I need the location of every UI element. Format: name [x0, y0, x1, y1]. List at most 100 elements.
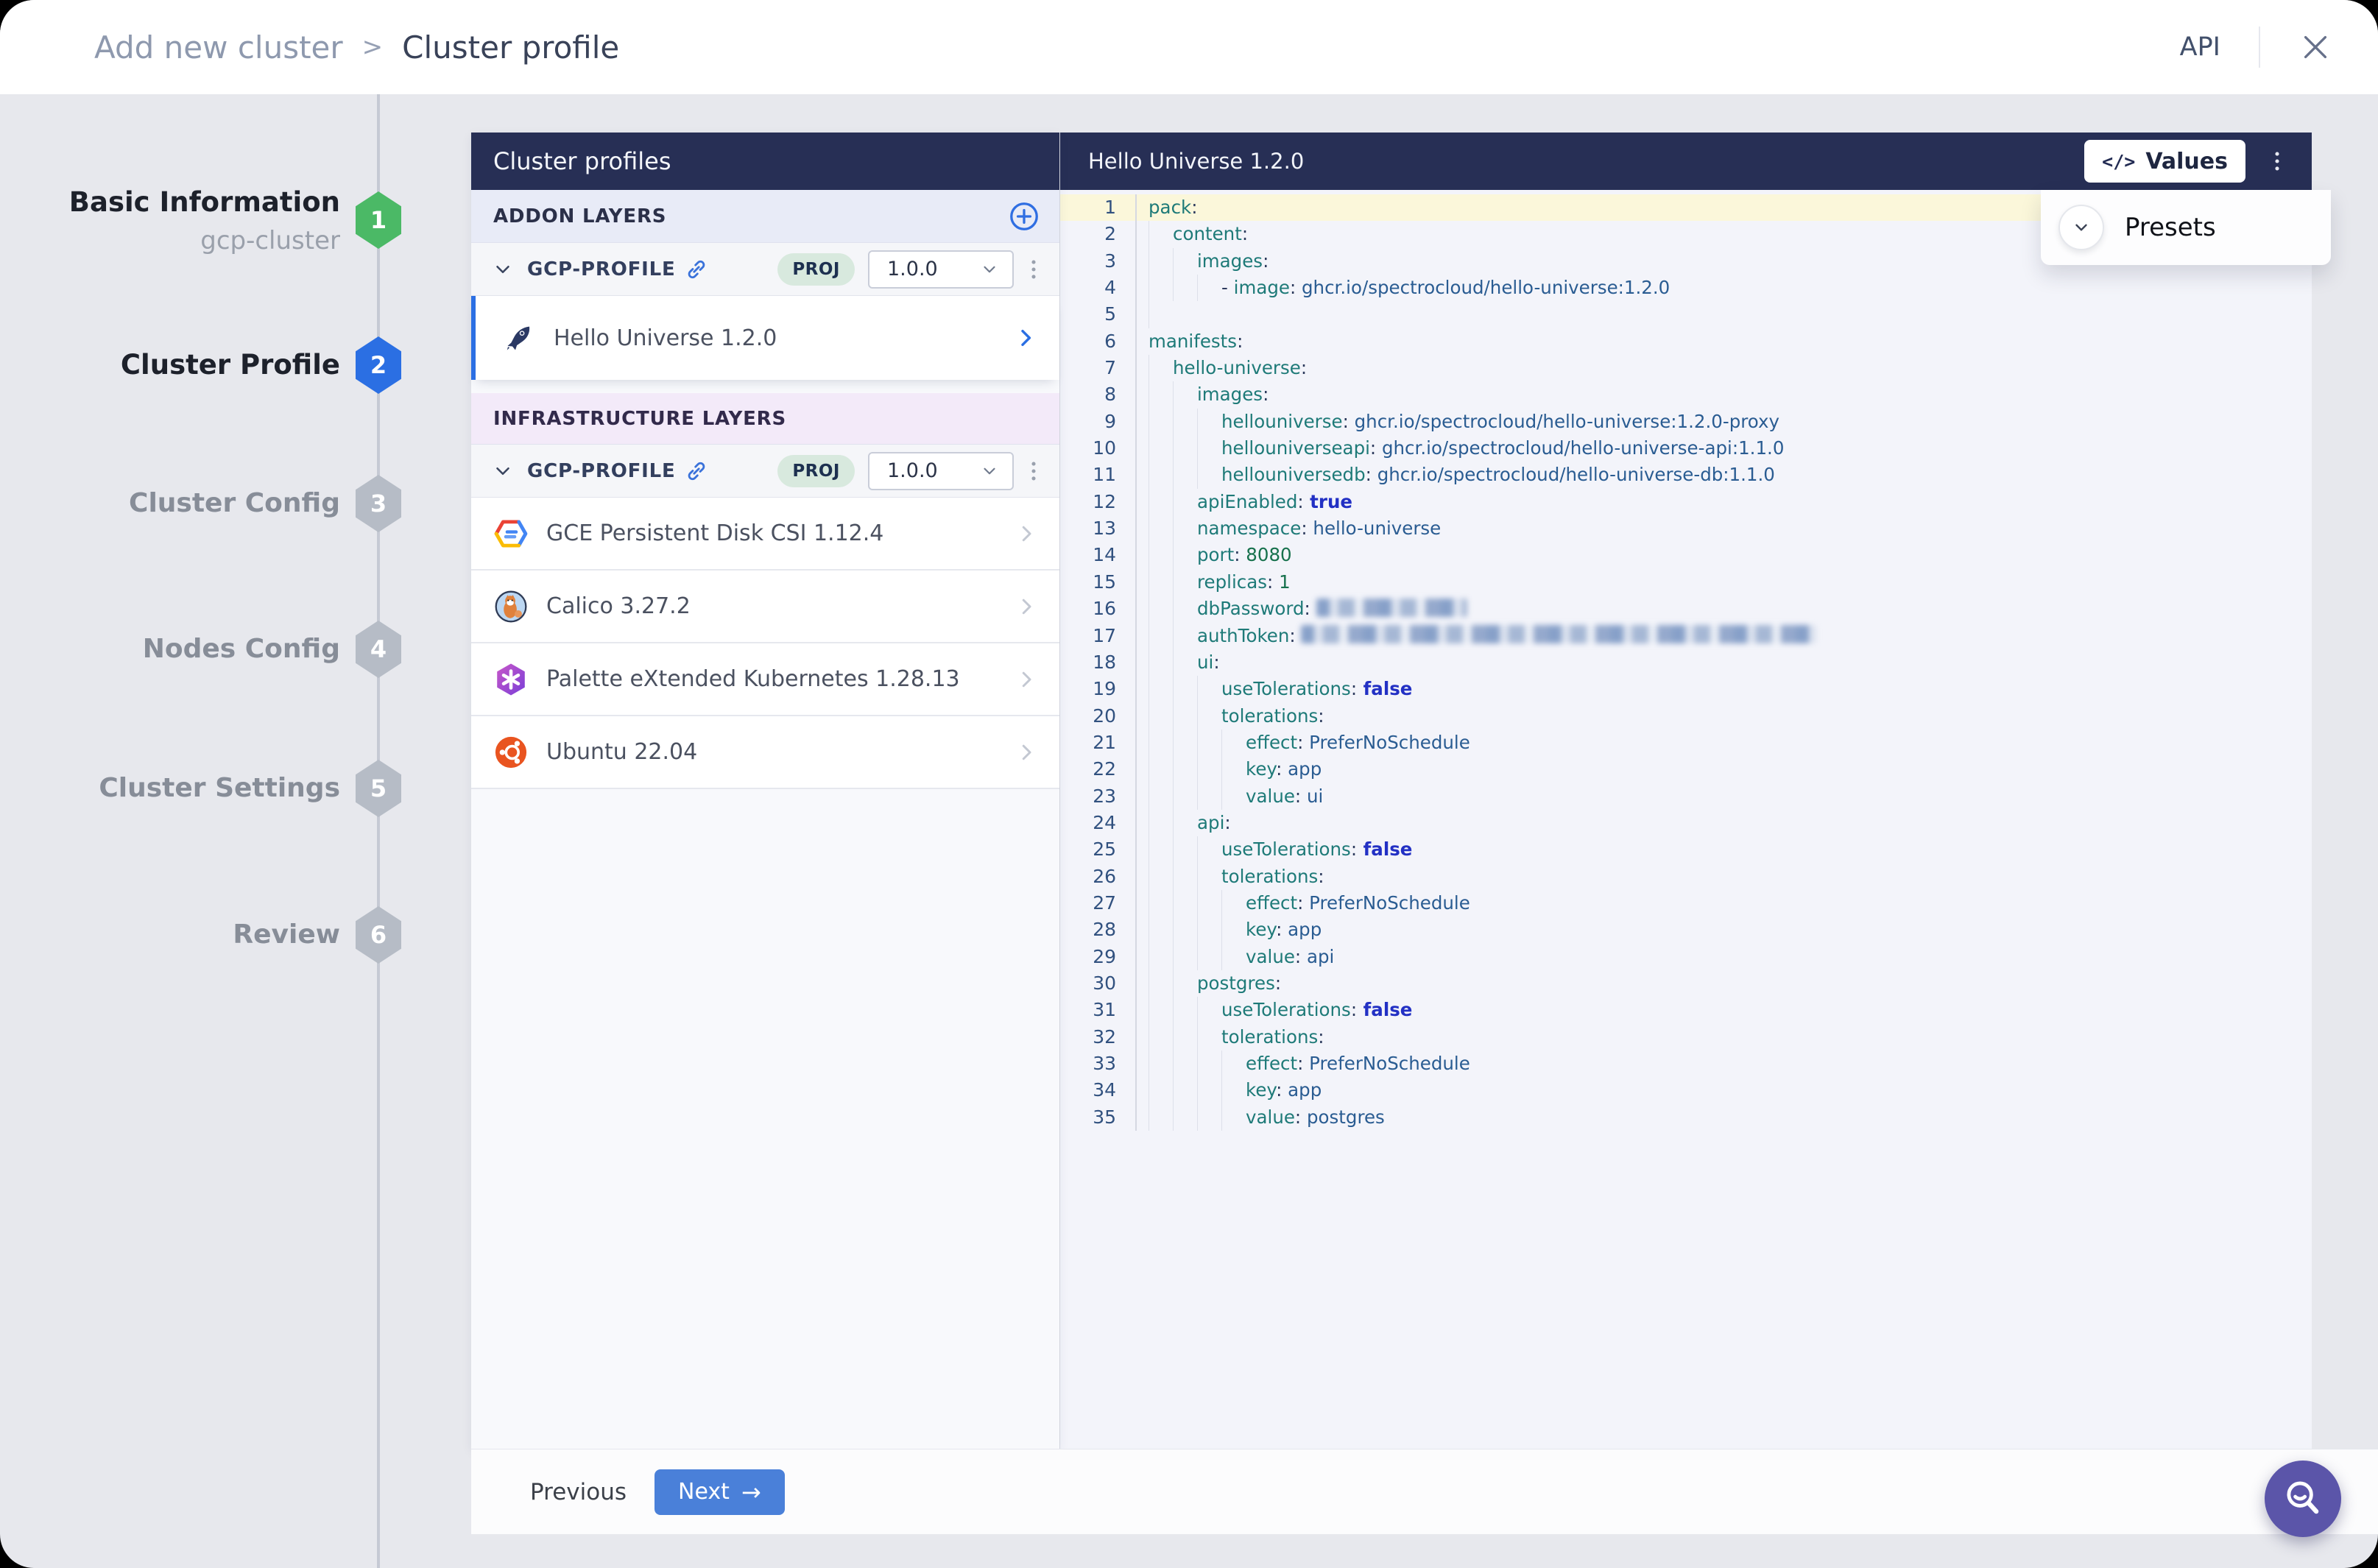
previous-button[interactable]: Previous	[530, 1479, 627, 1505]
kebab-icon	[1021, 257, 1046, 282]
line-number: 14	[1060, 542, 1137, 568]
breadcrumb: Add new cluster > Cluster profile	[94, 29, 619, 66]
line-number: 20	[1060, 703, 1137, 730]
line-number: 32	[1060, 1024, 1137, 1050]
link-icon[interactable]	[685, 459, 708, 483]
stepper-step-nodes-config[interactable]: Nodes Config 4	[0, 605, 471, 693]
line-number: 13	[1060, 515, 1137, 542]
cluster-profiles-panel: Cluster profiles ADDON LAYERS GCP-PROFIL…	[471, 133, 1059, 1449]
chevron-down-icon	[492, 460, 514, 482]
code-line: 30postgres:	[1060, 970, 2312, 997]
kebab-icon	[2265, 149, 2290, 174]
code-line: 24api:	[1060, 810, 2312, 836]
stepper-step-basic-information[interactable]: Basic Information gcp-cluster 1	[0, 176, 471, 264]
code-line: 7hello-universe:	[1060, 355, 2312, 381]
line-number: 3	[1060, 248, 1137, 275]
step-number-hexagon: 2	[356, 336, 401, 394]
editor-menu-kebab[interactable]	[2259, 143, 2296, 180]
line-number: 6	[1060, 328, 1137, 355]
profile-version-select[interactable]: 1.0.0	[868, 452, 1014, 490]
chevron-right-icon	[1015, 741, 1037, 763]
line-number: 16	[1060, 596, 1137, 622]
code-line: 26tolerations:	[1060, 864, 2312, 890]
arrow-right-icon: →	[741, 1480, 761, 1504]
step-number-hexagon: 1	[356, 191, 401, 249]
infrastructure-layers-section: INFRASTRUCTURE LAYERS	[471, 393, 1059, 445]
presets-toggle-button[interactable]	[2058, 205, 2104, 250]
line-number: 10	[1060, 435, 1137, 462]
stepper-step-cluster-settings[interactable]: Cluster Settings 5	[0, 744, 471, 833]
line-number: 11	[1060, 462, 1137, 488]
addon-pack-row-hello-universe[interactable]: Hello Universe 1.2.0	[471, 296, 1059, 380]
chevron-down-icon	[980, 462, 999, 481]
next-button[interactable]: Next →	[655, 1469, 785, 1515]
wizard-stepper: Basic Information gcp-cluster 1 Cluster …	[0, 0, 471, 1568]
line-number: 1	[1060, 194, 1137, 221]
values-button[interactable]: </> Values	[2084, 140, 2245, 183]
line-number: 8	[1060, 381, 1137, 408]
line-number: 34	[1060, 1077, 1137, 1103]
chevron-down-icon	[980, 260, 999, 279]
close-icon	[2298, 30, 2332, 64]
step-number: 2	[370, 351, 387, 379]
ubuntu-icon	[493, 735, 529, 770]
calico-icon	[493, 589, 529, 624]
line-number: 5	[1060, 301, 1137, 328]
line-number: 27	[1060, 890, 1137, 917]
breadcrumb-parent-link[interactable]: Add new cluster	[94, 29, 343, 66]
infrastructure-layers-label: INFRASTRUCTURE LAYERS	[493, 408, 786, 430]
profile-version-select[interactable]: 1.0.0	[868, 250, 1014, 289]
chevron-right-icon	[1014, 326, 1037, 350]
code-line: 23value: ui	[1060, 783, 2312, 810]
line-number: 21	[1060, 730, 1137, 756]
code-line: 33effect: PreferNoSchedule	[1060, 1050, 2312, 1077]
add-addon-layer-button[interactable]	[1008, 200, 1040, 233]
step-sublabel: gcp-cluster	[69, 223, 340, 259]
search-fab-button[interactable]	[2265, 1461, 2341, 1537]
api-link[interactable]: API	[2180, 32, 2220, 62]
step-number: 1	[370, 206, 387, 234]
line-number: 25	[1060, 836, 1137, 863]
code-line: 14port: 8080	[1060, 542, 2312, 568]
infra-pack-row[interactable]: Ubuntu 22.04	[471, 716, 1059, 789]
infra-pack-row[interactable]: Palette eXtended Kubernetes 1.28.13	[471, 643, 1059, 716]
yaml-editor[interactable]: 1pack:2content:3images:4- image: ghcr.io…	[1060, 190, 2312, 1131]
close-wizard-button[interactable]	[2298, 30, 2332, 64]
stepper-step-review[interactable]: Review 6	[0, 891, 471, 979]
link-icon[interactable]	[685, 258, 708, 281]
line-number: 19	[1060, 676, 1137, 702]
stepper-step-cluster-profile[interactable]: Cluster Profile 2	[0, 321, 471, 409]
top-bar: Add new cluster > Cluster profile API	[0, 0, 2378, 94]
code-line: 20tolerations:	[1060, 703, 2312, 730]
infra-profile-row[interactable]: GCP-PROFILE PROJ 1.0.0	[471, 445, 1059, 498]
infra-pack-row[interactable]: GCE Persistent Disk CSI 1.12.4	[471, 498, 1059, 571]
code-line: 35value: postgres	[1060, 1104, 2312, 1131]
code-line: 10hellouniverseapi: ghcr.io/spectrocloud…	[1060, 435, 2312, 462]
code-line: 11hellouniversedb: ghcr.io/spectrocloud/…	[1060, 462, 2312, 488]
wizard-footer: Previous Next →	[471, 1449, 2378, 1534]
code-line: 28key: app	[1060, 917, 2312, 943]
profile-name: GCP-PROFILE	[527, 460, 676, 482]
profile-menu-kebab[interactable]	[1021, 257, 1046, 282]
scope-badge: PROJ	[777, 455, 855, 487]
code-line: 25useTolerations: false	[1060, 836, 2312, 863]
code-line: 22key: app	[1060, 756, 2312, 783]
values-editor-panel: Hello Universe 1.2.0 </> Values 1pack:2c…	[1059, 133, 2312, 1449]
line-number: 33	[1060, 1050, 1137, 1077]
line-number: 30	[1060, 970, 1137, 997]
step-label: Review	[233, 914, 340, 956]
chevron-right-icon	[1015, 668, 1037, 691]
line-number: 22	[1060, 756, 1137, 783]
chevron-down-icon	[492, 258, 514, 280]
infra-pack-row[interactable]: Calico 3.27.2	[471, 571, 1059, 643]
code-line: 6manifests:	[1060, 328, 2312, 355]
addon-profile-row[interactable]: GCP-PROFILE PROJ 1.0.0	[471, 243, 1059, 296]
stepper-step-cluster-config[interactable]: Cluster Config 3	[0, 459, 471, 548]
addon-layers-section: ADDON LAYERS	[471, 190, 1059, 243]
profile-menu-kebab[interactable]	[1021, 459, 1046, 484]
breadcrumb-separator: >	[362, 32, 384, 62]
line-number: 7	[1060, 355, 1137, 381]
step-label: Cluster Config	[129, 483, 340, 524]
profile-name: GCP-PROFILE	[527, 258, 676, 280]
line-number: 24	[1060, 810, 1137, 836]
